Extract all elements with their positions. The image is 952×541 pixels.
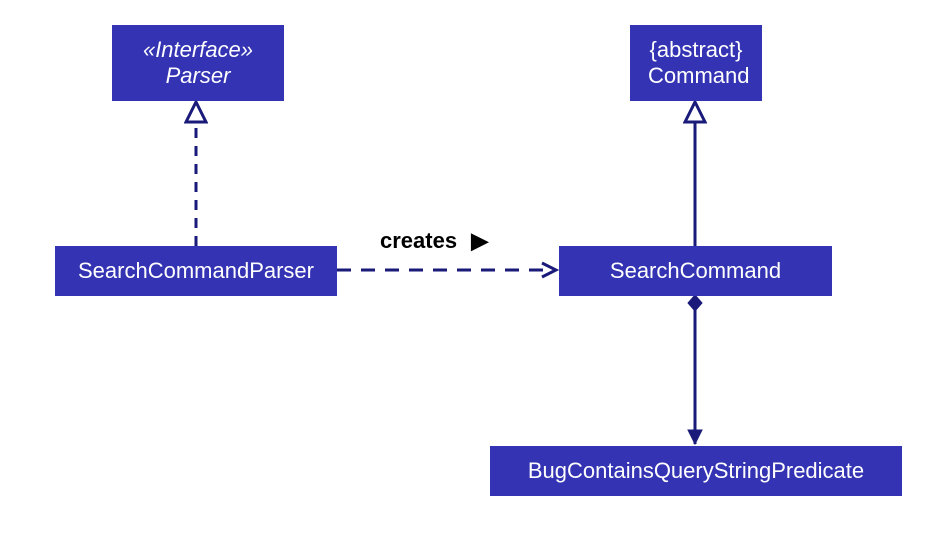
class-name: Command	[648, 63, 744, 89]
box-predicate: BugContainsQueryStringPredicate	[490, 446, 902, 496]
direction-triangle-icon: ▶	[471, 228, 488, 254]
edge-label-creates: creates ▶	[380, 228, 488, 254]
box-search-command: SearchCommand	[559, 246, 832, 296]
uml-diagram: «Interface» Parser {abstract} Command Se…	[0, 0, 952, 541]
class-name: Parser	[130, 63, 266, 89]
class-name: BugContainsQueryStringPredicate	[508, 458, 884, 484]
class-name: SearchCommandParser	[73, 258, 319, 284]
class-name: SearchCommand	[577, 258, 814, 284]
stereotype-label: {abstract}	[648, 37, 744, 63]
label-text: creates	[380, 228, 457, 253]
box-command-abstract: {abstract} Command	[630, 25, 762, 101]
box-parser-interface: «Interface» Parser	[112, 25, 284, 101]
stereotype-label: «Interface»	[130, 37, 266, 63]
box-search-command-parser: SearchCommandParser	[55, 246, 337, 296]
